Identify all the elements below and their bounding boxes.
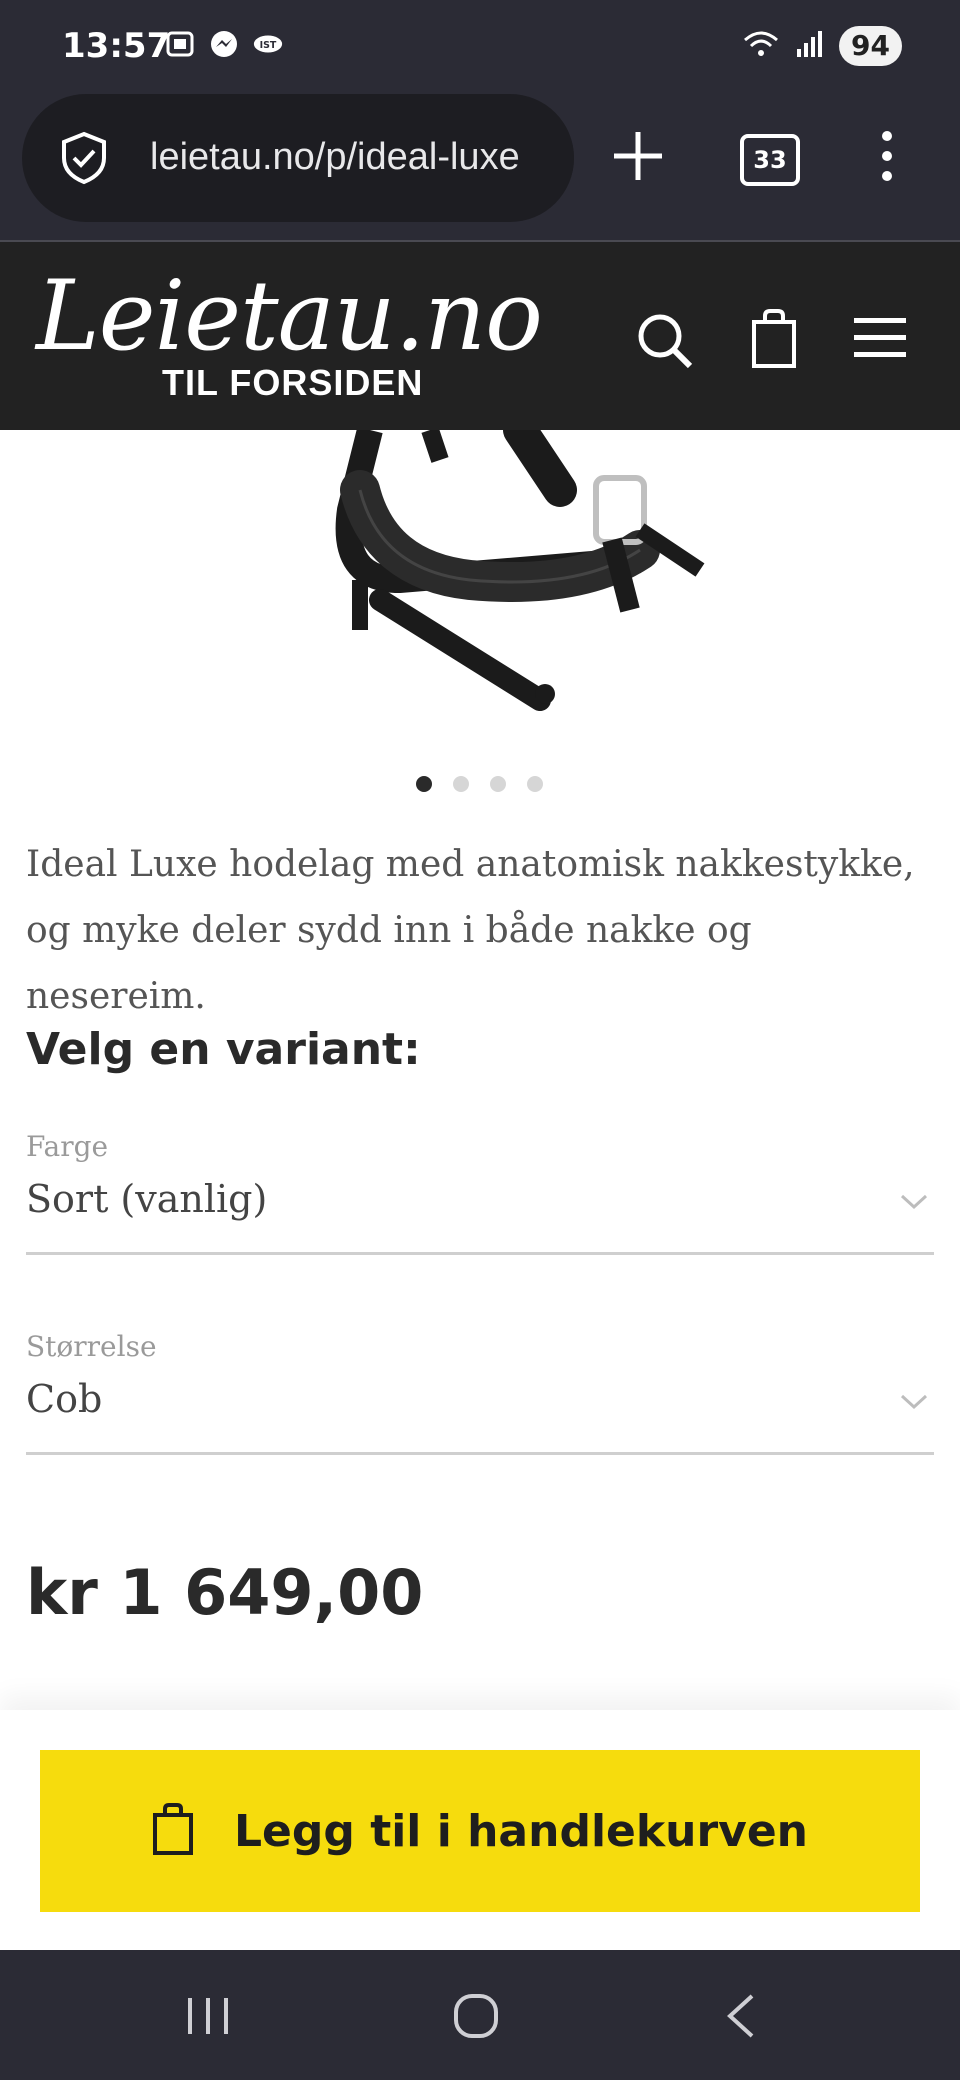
status-bar: 13:57 IST 94 [0, 0, 960, 90]
battery-level: 94 [839, 26, 902, 66]
home-icon[interactable] [452, 1992, 500, 2045]
url-fade [514, 94, 574, 222]
url-text[interactable]: leietau.no/p/ideal-luxe [150, 136, 570, 179]
carousel-dot[interactable] [453, 776, 469, 792]
messenger-icon [208, 30, 240, 58]
status-time: 13:57 [62, 26, 171, 66]
product-price: kr 1 649,00 [26, 1556, 424, 1629]
product-image[interactable] [0, 430, 960, 730]
browser-toolbar: leietau.no/p/ideal-luxe 33 [0, 90, 960, 242]
screenshot-icon [164, 30, 196, 58]
site-logo[interactable]: Leietau.no [36, 268, 543, 364]
shopping-bag-icon [152, 1802, 194, 1861]
color-select[interactable]: Farge Sort (vanlig) [26, 1130, 934, 1255]
shopping-bag-icon[interactable] [750, 308, 798, 373]
svg-text:IST: IST [260, 40, 277, 51]
signal-icon [795, 29, 825, 64]
more-vert-icon[interactable] [880, 130, 894, 187]
status-system-icons: 94 [741, 26, 902, 66]
address-bar[interactable]: leietau.no/p/ideal-luxe [22, 94, 574, 222]
home-link[interactable]: TIL FORSIDEN [162, 362, 423, 404]
tab-count-button[interactable]: 33 [740, 134, 800, 186]
size-select[interactable]: Størrelse Cob [26, 1330, 934, 1455]
carousel-indicator [416, 776, 543, 792]
add-to-cart-label: Legg til i handlekurven [234, 1805, 808, 1857]
carousel-dot[interactable] [490, 776, 506, 792]
recent-apps-icon[interactable] [186, 1996, 230, 2041]
product-description: Ideal Luxe hodelag med anatomisk nakkest… [26, 844, 915, 1017]
site-header: Leietau.no TIL FORSIDEN [0, 242, 960, 430]
new-tab-plus-icon[interactable] [610, 128, 666, 189]
color-select-value[interactable]: Sort (vanlig) [26, 1177, 934, 1221]
wifi-icon [741, 28, 781, 65]
ist-icon: IST [252, 30, 284, 58]
status-notification-icons: IST [164, 30, 284, 58]
variant-heading: Velg en variant: [26, 1024, 421, 1075]
carousel-dot[interactable] [527, 776, 543, 792]
back-icon[interactable] [724, 1992, 756, 2045]
chevron-down-icon[interactable] [900, 1393, 928, 1416]
system-navigation-bar [0, 1950, 960, 2080]
chevron-down-icon[interactable] [900, 1193, 928, 1216]
add-to-cart-button[interactable]: Legg til i handlekurven [40, 1750, 920, 1912]
hamburger-menu-icon[interactable] [854, 316, 906, 365]
size-select-value[interactable]: Cob [26, 1377, 934, 1421]
shield-check-icon[interactable] [58, 130, 110, 191]
size-select-label: Størrelse [26, 1330, 157, 1363]
sticky-cart-panel: Legg til i handlekurven [0, 1710, 960, 1950]
color-select-label: Farge [26, 1130, 109, 1163]
carousel-dot[interactable] [416, 776, 432, 792]
search-icon[interactable] [634, 310, 694, 375]
